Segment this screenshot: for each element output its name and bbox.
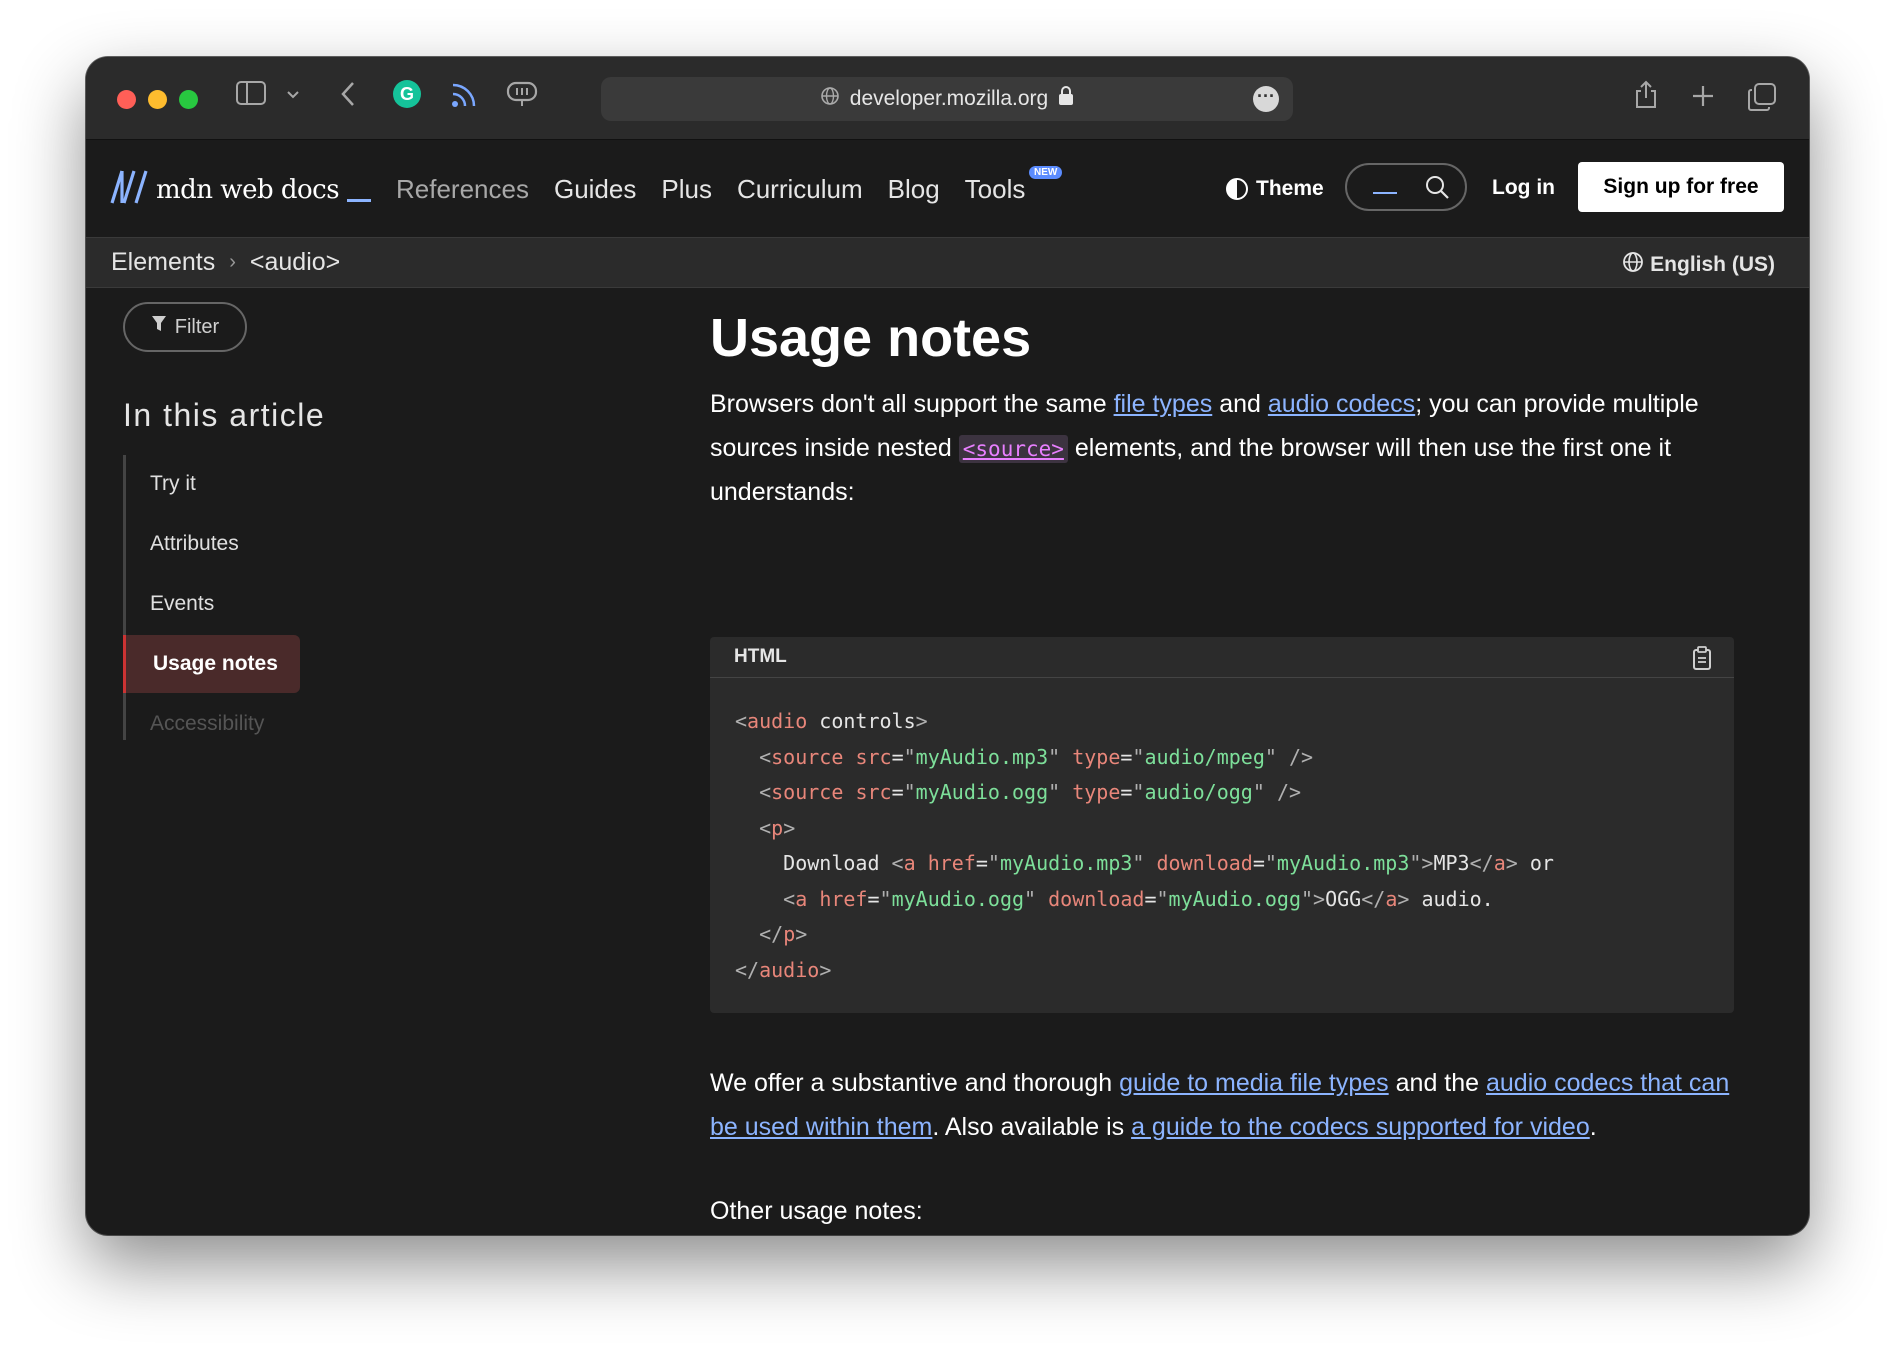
- browser-window: G developer.mozilla.org ··· mdn web docs…: [86, 57, 1809, 1235]
- section-heading: Usage notes: [710, 308, 1032, 368]
- code-line: </p>: [759, 922, 808, 946]
- nav-tools-label: Tools: [964, 174, 1026, 204]
- paragraph-1: Browsers don't all support the same file…: [710, 383, 1740, 515]
- filter-label: Filter: [174, 315, 220, 338]
- logo-text: mdn web docs: [156, 174, 340, 205]
- chevron-right-icon: ›: [229, 251, 236, 273]
- code-header: HTML: [710, 637, 1734, 678]
- nav-blog[interactable]: Blog: [888, 174, 940, 205]
- copy-icon[interactable]: [1692, 645, 1712, 685]
- lock-icon: [1058, 86, 1074, 112]
- code-line: </audio>: [735, 957, 832, 982]
- code-line: <a href="myAudio.ogg" download="myAudio.…: [783, 886, 1494, 911]
- toc-item-events[interactable]: Events: [123, 575, 300, 633]
- code-line: <p>: [759, 815, 796, 840]
- globe-icon: [1622, 251, 1644, 279]
- code-line: Download <a href="myAudio.mp3" download=…: [735, 851, 1554, 875]
- breadcrumb: Elements › <audio> English (US): [86, 238, 1809, 288]
- p1-text-1: Browsers don't all support the same: [710, 390, 1114, 418]
- nav-tools[interactable]: Tools NEW: [964, 166, 1063, 205]
- logo-cursor: [347, 199, 372, 202]
- link-audio-codecs[interactable]: audio codecs: [1268, 390, 1415, 418]
- mdn-logo-icon: [110, 170, 148, 209]
- source-element-link[interactable]: <source>: [958, 434, 1068, 463]
- breadcrumb-elements[interactable]: Elements: [111, 248, 215, 277]
- p2-text-2: and the: [1388, 1069, 1486, 1097]
- login-link[interactable]: Log in: [1492, 176, 1555, 200]
- toc-item-usage-notes[interactable]: Usage notes: [123, 635, 300, 693]
- close-window-button[interactable]: [117, 90, 136, 109]
- link-file-types[interactable]: file types: [1114, 390, 1213, 418]
- breadcrumb-audio[interactable]: <audio>: [250, 248, 340, 277]
- grammarly-extension-icon[interactable]: G: [392, 79, 422, 114]
- code-body: <audio controls> <source src="myAudio.mp…: [710, 678, 1734, 1014]
- new-tab-icon[interactable]: [1692, 85, 1714, 112]
- nav-guides[interactable]: Guides: [554, 174, 636, 205]
- site-header: mdn web docs References Guides Plus Curr…: [86, 140, 1809, 238]
- paragraph-2: We offer a substantive and thorough guid…: [710, 1062, 1740, 1149]
- language-switcher[interactable]: English (US): [1622, 251, 1775, 279]
- code-line: <source src="myAudio.mp3" type="audio/mp…: [759, 744, 1314, 769]
- paragraph-3: Other usage notes:: [710, 1197, 923, 1225]
- language-label: English (US): [1650, 253, 1775, 276]
- signup-button[interactable]: Sign up for free: [1578, 162, 1784, 212]
- search-icon[interactable]: [1425, 175, 1449, 204]
- filter-icon: [151, 315, 167, 339]
- search-input[interactable]: [1345, 163, 1467, 211]
- globe-icon: [820, 86, 840, 112]
- code-line: <source src="myAudio.ogg" type="audio/og…: [759, 780, 1302, 804]
- mdn-logo[interactable]: mdn web docs: [110, 170, 372, 209]
- extension-icon[interactable]: [506, 81, 538, 112]
- url-text: developer.mozilla.org: [849, 87, 1049, 110]
- nav-curriculum[interactable]: Curriculum: [737, 174, 863, 205]
- rss-feed-icon[interactable]: [450, 81, 478, 114]
- code-line: <audio controls>: [735, 709, 928, 733]
- toc-item-attributes[interactable]: Attributes: [123, 515, 300, 573]
- filter-button[interactable]: Filter: [123, 302, 247, 352]
- nav-plus[interactable]: Plus: [661, 174, 712, 205]
- browser-toolbar: G developer.mozilla.org ···: [86, 57, 1809, 140]
- share-icon[interactable]: [1634, 79, 1658, 114]
- toc-title: In this article: [123, 397, 326, 433]
- search-cursor: [1373, 192, 1397, 194]
- code-example: HTML <audio controls> <source src="myAud…: [710, 637, 1734, 1013]
- new-badge: NEW: [1029, 166, 1063, 179]
- more-options-icon[interactable]: ···: [1253, 86, 1279, 112]
- minimize-window-button[interactable]: [148, 90, 167, 109]
- address-bar[interactable]: developer.mozilla.org ···: [601, 77, 1293, 121]
- nav-references[interactable]: References: [396, 174, 529, 205]
- tab-overview-icon[interactable]: [1748, 83, 1776, 116]
- link-video-codecs-guide[interactable]: a guide to the codecs supported for vide…: [1131, 1113, 1590, 1141]
- zoom-window-button[interactable]: [179, 90, 198, 109]
- p2-text-3: . Also available is: [932, 1112, 1132, 1141]
- code-language-label: HTML: [734, 646, 787, 667]
- toc-item-try-it[interactable]: Try it: [123, 455, 300, 513]
- toc-item-accessibility[interactable]: Accessibility: [123, 695, 300, 753]
- link-media-file-types-guide[interactable]: guide to media file types: [1119, 1069, 1389, 1097]
- theme-icon: [1226, 178, 1248, 200]
- svg-text:G: G: [400, 84, 414, 104]
- p2-text-1: We offer a substantive and thorough: [710, 1069, 1120, 1097]
- p1-text-2: and: [1212, 390, 1268, 418]
- theme-label: Theme: [1256, 177, 1324, 200]
- chevron-down-icon[interactable]: [286, 87, 300, 105]
- sidebar-toggle-icon[interactable]: [236, 81, 266, 110]
- p2-text-4: .: [1589, 1112, 1597, 1141]
- main-nav: References Guides Plus Curriculum Blog T…: [396, 166, 1063, 205]
- theme-button[interactable]: Theme: [1226, 177, 1324, 201]
- back-icon[interactable]: [340, 81, 356, 112]
